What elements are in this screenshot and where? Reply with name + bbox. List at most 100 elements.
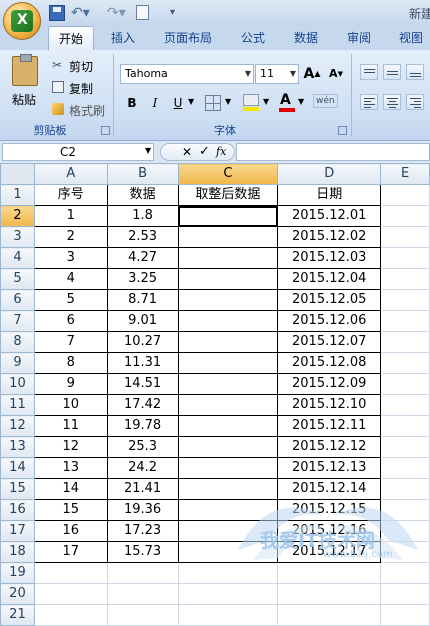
copy-icon[interactable] xyxy=(52,81,64,93)
borders-icon[interactable] xyxy=(205,95,221,111)
cell-a8[interactable]: 7 xyxy=(33,331,108,353)
bold-button[interactable]: B xyxy=(123,94,141,112)
cell-a20[interactable] xyxy=(33,583,108,605)
row-header[interactable]: 18 xyxy=(0,541,35,563)
cell-a6[interactable]: 5 xyxy=(33,289,108,311)
font-color-button[interactable]: A xyxy=(280,92,291,108)
column-header-c[interactable]: C xyxy=(177,163,279,185)
clipboard-launcher-icon[interactable] xyxy=(101,126,110,135)
cell-b10[interactable]: 14.51 xyxy=(106,373,179,395)
cell-c9[interactable] xyxy=(177,352,279,374)
cell-d5[interactable]: 2015.12.04 xyxy=(277,268,382,290)
cell-a14[interactable]: 13 xyxy=(33,457,108,479)
cell-e14[interactable] xyxy=(380,457,430,479)
cell-b12[interactable]: 19.78 xyxy=(106,415,179,437)
cell-a9[interactable]: 8 xyxy=(33,352,108,374)
cell-e8[interactable] xyxy=(380,331,430,353)
office-button[interactable] xyxy=(3,2,41,40)
cell-a4[interactable]: 3 xyxy=(33,247,108,269)
cell-c5[interactable] xyxy=(177,268,279,290)
save-icon[interactable] xyxy=(49,5,65,21)
format-painter-icon[interactable] xyxy=(52,103,64,115)
cell-b8[interactable]: 10.27 xyxy=(106,331,179,353)
cell-d20[interactable] xyxy=(277,583,382,605)
row-header[interactable]: 13 xyxy=(0,436,35,458)
select-all-corner[interactable] xyxy=(0,163,35,185)
row-header[interactable]: 4 xyxy=(0,247,35,269)
row-header[interactable]: 2 xyxy=(0,205,35,227)
cell-e20[interactable] xyxy=(380,583,430,605)
chevron-down-icon[interactable]: ▼ xyxy=(188,97,194,106)
cell-b14[interactable]: 24.2 xyxy=(106,457,179,479)
cell-b13[interactable]: 25.3 xyxy=(106,436,179,458)
cell-d12[interactable]: 2015.12.11 xyxy=(277,415,382,437)
cell-a7[interactable]: 6 xyxy=(33,310,108,332)
cell-a19[interactable] xyxy=(33,562,108,584)
column-header-b[interactable]: B xyxy=(106,163,179,185)
cell-e11[interactable] xyxy=(380,394,430,416)
cell-c6[interactable] xyxy=(177,289,279,311)
chevron-down-icon[interactable]: ▼ xyxy=(298,97,304,106)
italic-button[interactable]: I xyxy=(146,94,164,112)
cell-e21[interactable] xyxy=(380,604,430,626)
align-middle-icon[interactable] xyxy=(383,64,401,80)
cell-c2[interactable] xyxy=(177,205,279,227)
cell-d21[interactable] xyxy=(277,604,382,626)
paste-icon[interactable] xyxy=(12,54,38,86)
cell-a16[interactable]: 15 xyxy=(33,499,108,521)
row-header[interactable]: 6 xyxy=(0,289,35,311)
scissors-icon[interactable]: ✂ xyxy=(52,58,62,72)
cell-c10[interactable] xyxy=(177,373,279,395)
font-launcher-icon[interactable] xyxy=(338,126,347,135)
cell-c14[interactable] xyxy=(177,457,279,479)
cell-b19[interactable] xyxy=(106,562,179,584)
cell-b2[interactable]: 1.8 xyxy=(106,205,179,227)
cell-b4[interactable]: 4.27 xyxy=(106,247,179,269)
cell-e9[interactable] xyxy=(380,352,430,374)
cell-a17[interactable]: 16 xyxy=(33,520,108,542)
cell-d10[interactable]: 2015.12.09 xyxy=(277,373,382,395)
font-size-combo[interactable]: 11 ▼ xyxy=(255,64,299,84)
cell-c20[interactable] xyxy=(177,583,279,605)
cell-e10[interactable] xyxy=(380,373,430,395)
formula-input[interactable] xyxy=(236,143,430,161)
row-header[interactable]: 20 xyxy=(0,583,35,605)
cancel-icon[interactable]: ✕ xyxy=(182,144,192,160)
cell-b11[interactable]: 17.42 xyxy=(106,394,179,416)
cell-e5[interactable] xyxy=(380,268,430,290)
row-header[interactable]: 1 xyxy=(0,184,35,206)
column-header-d[interactable]: D xyxy=(277,163,382,185)
cell-e1[interactable] xyxy=(380,184,430,206)
row-header[interactable]: 10 xyxy=(0,373,35,395)
cell-d6[interactable]: 2015.12.05 xyxy=(277,289,382,311)
cell-b21[interactable] xyxy=(106,604,179,626)
tab-home[interactable]: 开始 xyxy=(48,26,94,50)
cell-c21[interactable] xyxy=(177,604,279,626)
cell-d2[interactable]: 2015.12.01 xyxy=(277,205,382,227)
cell-a2[interactable]: 1 xyxy=(33,205,108,227)
row-header[interactable]: 12 xyxy=(0,415,35,437)
cell-c11[interactable] xyxy=(177,394,279,416)
cell-c8[interactable] xyxy=(177,331,279,353)
insert-function-icon[interactable]: fx xyxy=(216,144,226,160)
cell-a18[interactable]: 17 xyxy=(33,541,108,563)
cut-button[interactable]: 剪切 xyxy=(69,58,93,75)
header-cell-a[interactable]: 序号 xyxy=(33,184,108,206)
chevron-down-icon[interactable]: ▼ xyxy=(263,97,269,106)
cell-b17[interactable]: 17.23 xyxy=(106,520,179,542)
cell-b5[interactable]: 3.25 xyxy=(106,268,179,290)
cell-a12[interactable]: 11 xyxy=(33,415,108,437)
print-preview-icon[interactable] xyxy=(136,5,149,20)
header-cell-c[interactable]: 取整后数据 xyxy=(177,184,279,206)
chevron-down-icon[interactable]: ▼ xyxy=(145,146,151,155)
cell-d3[interactable]: 2015.12.02 xyxy=(277,226,382,248)
row-header[interactable]: 15 xyxy=(0,478,35,500)
cell-d4[interactable]: 2015.12.03 xyxy=(277,247,382,269)
cell-c4[interactable] xyxy=(177,247,279,269)
cell-b3[interactable]: 2.53 xyxy=(106,226,179,248)
enter-icon[interactable]: ✓ xyxy=(199,144,210,160)
phonetic-guide-button[interactable]: wén xyxy=(313,94,338,108)
row-header[interactable]: 11 xyxy=(0,394,35,416)
shrink-font-button[interactable]: A▼ xyxy=(327,65,345,83)
cell-b15[interactable]: 21.41 xyxy=(106,478,179,500)
